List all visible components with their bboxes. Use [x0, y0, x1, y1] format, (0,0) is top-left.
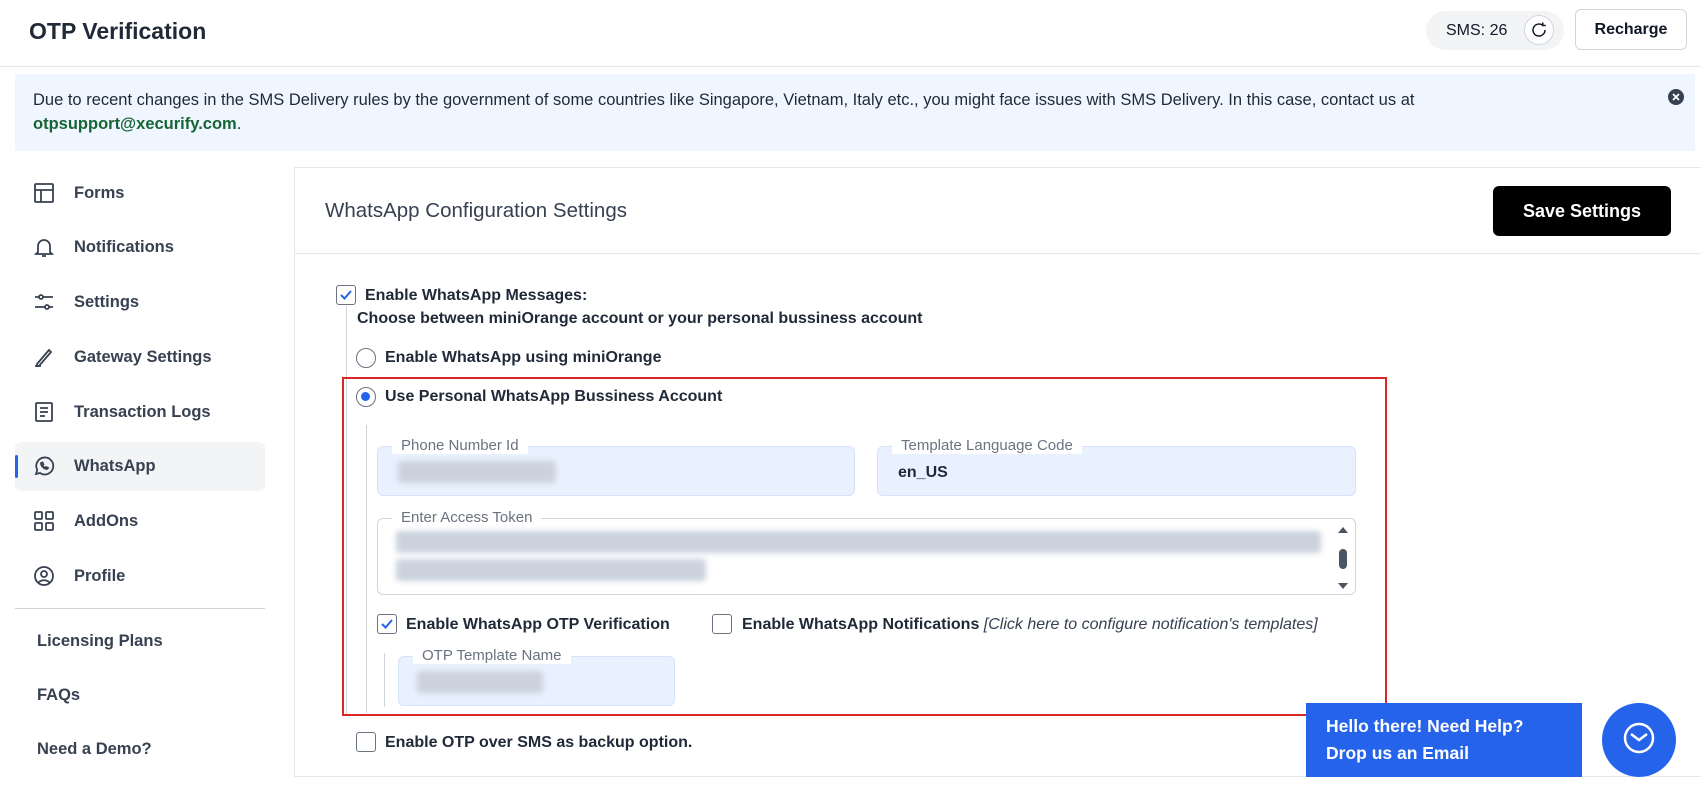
- redacted-value: [417, 671, 543, 693]
- help-line-2: Drop us an Email: [1326, 743, 1469, 763]
- sms-backup-label: Enable OTP over SMS as backup option.: [385, 734, 693, 751]
- help-line-1: Hello there! Need Help?: [1326, 716, 1524, 736]
- access-token-label: Enter Access Token: [392, 509, 542, 526]
- whatsapp-notifications-label: Enable WhatsApp Notifications [Click her…: [742, 616, 1318, 634]
- forms-icon: [32, 181, 56, 205]
- sidebar-item-addons[interactable]: AddOns: [15, 497, 265, 546]
- miniorange-radio[interactable]: [356, 348, 376, 368]
- help-bubble[interactable]: Hello there! Need Help? Drop us an Email: [1306, 703, 1582, 777]
- section-line: [346, 306, 347, 716]
- redacted-token-line: [396, 531, 1321, 553]
- notice-banner: Due to recent changes in the SMS Deliver…: [15, 74, 1695, 151]
- sms-backup-checkbox[interactable]: [356, 732, 376, 752]
- sidebar-item-profile[interactable]: Profile: [15, 552, 265, 601]
- panel-header: WhatsApp Configuration Settings Save Set…: [295, 168, 1701, 254]
- miniorange-option-label: Enable WhatsApp using miniOrange: [385, 349, 662, 366]
- sidebar-item-label: Transaction Logs: [74, 403, 211, 421]
- sidebar-item-label: AddOns: [74, 512, 139, 530]
- sms-balance: SMS: 26: [1426, 11, 1564, 50]
- pen-icon: [32, 345, 56, 369]
- sidebar-item-forms[interactable]: Forms: [15, 169, 265, 218]
- notice-message: Due to recent changes in the SMS Deliver…: [33, 91, 1415, 109]
- logs-icon: [32, 400, 56, 424]
- redacted-value: [398, 461, 556, 483]
- save-settings-button[interactable]: Save Settings: [1493, 186, 1671, 236]
- notice-text: Due to recent changes in the SMS Deliver…: [33, 88, 1633, 136]
- sidebar-item-gateway-settings[interactable]: Gateway Settings: [15, 333, 265, 382]
- textarea-scrollbar[interactable]: [1337, 525, 1349, 589]
- otp-verification-checkbox[interactable]: [377, 614, 397, 634]
- configure-templates-link[interactable]: [Click here to configure notification's …: [984, 616, 1318, 633]
- sidebar-item-label: Forms: [74, 184, 125, 202]
- bell-icon: [32, 235, 56, 259]
- sidebar-item-label: Notifications: [74, 238, 174, 256]
- chat-icon: [1621, 720, 1657, 761]
- sms-count: SMS: 26: [1446, 21, 1508, 39]
- otp-template-line: [384, 653, 385, 707]
- sidebar-item-whatsapp[interactable]: WhatsApp: [15, 442, 265, 491]
- choose-account-text: Choose between miniOrange account or you…: [357, 310, 923, 327]
- top-bar: OTP Verification SMS: 26 Recharge: [0, 0, 1701, 67]
- need-demo-link[interactable]: Need a Demo?: [37, 740, 152, 759]
- template-language-value: en_US: [898, 464, 948, 481]
- enable-whatsapp-checkbox[interactable]: [336, 285, 356, 305]
- template-language-field[interactable]: Template Language Code en_US: [877, 437, 1356, 496]
- sidebar-item-settings[interactable]: Settings: [15, 278, 265, 327]
- personal-account-radio[interactable]: [356, 387, 376, 407]
- phone-number-id-label: Phone Number Id: [392, 437, 528, 454]
- template-language-label: Template Language Code: [892, 437, 1082, 454]
- access-token-textarea[interactable]: Enter Access Token: [377, 509, 1356, 595]
- whatsapp-notifications-checkbox[interactable]: [712, 614, 732, 634]
- app-title: OTP Verification: [29, 18, 207, 44]
- whatsapp-icon: [32, 454, 56, 478]
- sidebar-item-label: WhatsApp: [74, 457, 156, 475]
- sidebar-item-label: Profile: [74, 567, 126, 585]
- support-email-link[interactable]: otpsupport@xecurify.com: [33, 115, 237, 133]
- redacted-token-line: [396, 559, 706, 581]
- sidebar-item-transaction-logs[interactable]: Transaction Logs: [15, 388, 265, 437]
- whatsapp-settings-panel: WhatsApp Configuration Settings Save Set…: [294, 167, 1701, 777]
- close-icon[interactable]: [1667, 88, 1685, 106]
- recharge-button[interactable]: Recharge: [1575, 9, 1687, 50]
- grid-icon: [32, 509, 56, 533]
- panel-title: WhatsApp Configuration Settings: [325, 199, 627, 222]
- enable-whatsapp-label: Enable WhatsApp Messages:: [365, 287, 588, 304]
- sliders-icon: [32, 290, 56, 314]
- phone-number-id-field[interactable]: Phone Number Id: [377, 437, 855, 496]
- sidebar-divider: [15, 608, 265, 609]
- refresh-icon[interactable]: [1524, 15, 1554, 45]
- personal-section-line: [366, 425, 367, 713]
- sidebar-item-label: Gateway Settings: [74, 348, 212, 366]
- faqs-link[interactable]: FAQs: [37, 686, 80, 705]
- otp-template-name-field[interactable]: OTP Template Name: [398, 647, 675, 706]
- otp-verification-label: Enable WhatsApp OTP Verification: [406, 616, 670, 633]
- notice-suffix: .: [236, 115, 242, 133]
- notifications-label-text: Enable WhatsApp Notifications: [742, 616, 980, 633]
- sidebar-item-label: Settings: [74, 293, 140, 311]
- personal-account-option-label: Use Personal WhatsApp Bussiness Account: [385, 388, 723, 405]
- sidebar-item-notifications[interactable]: Notifications: [15, 223, 265, 272]
- user-circle-icon: [32, 564, 56, 588]
- licensing-plans-link[interactable]: Licensing Plans: [37, 632, 163, 651]
- otp-template-name-label: OTP Template Name: [413, 647, 571, 664]
- chat-button[interactable]: [1602, 703, 1676, 777]
